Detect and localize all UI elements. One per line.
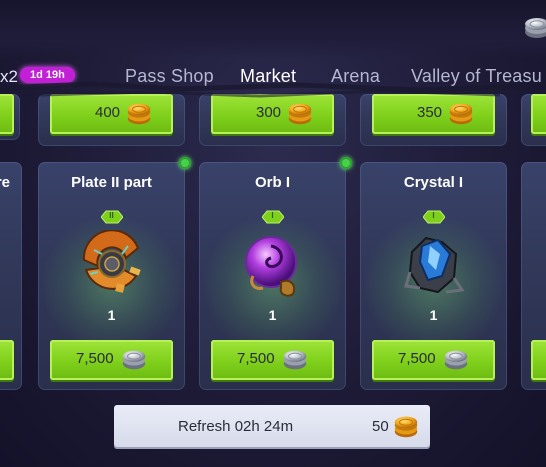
blue-crystal-icon — [404, 236, 465, 294]
gold-coin-icon — [288, 103, 312, 125]
item-card-partial[interactable]: re — [0, 162, 22, 390]
item-quantity: 1 — [107, 307, 116, 323]
item-card-partial-right[interactable] — [521, 162, 546, 390]
top-card[interactable]: 400 — [38, 94, 185, 146]
refresh-button[interactable]: Refresh 02h 24m 50 — [114, 405, 430, 447]
new-item-dot — [340, 157, 352, 169]
price-button[interactable] — [531, 94, 546, 134]
tab-partial-label[interactable]: x2 — [0, 67, 18, 87]
top-bar — [0, 0, 546, 58]
price-button[interactable]: 7,500 — [211, 340, 334, 380]
price-button[interactable] — [0, 94, 14, 134]
price-button[interactable]: 400 — [50, 94, 173, 134]
item-title: re — [0, 174, 10, 191]
price-value: 400 — [95, 104, 121, 121]
item-card-orb-i[interactable]: Orb I I 1 7,500 — [199, 162, 346, 390]
price-button[interactable]: 7,500 — [372, 340, 495, 380]
tier-badge-icon — [261, 210, 284, 224]
event-timer-badge: 1d 19h — [20, 67, 75, 83]
tab-valley-of-treasures[interactable]: Valley of Treasu — [411, 66, 542, 87]
price-button[interactable]: 350 — [372, 94, 495, 134]
price-button[interactable]: 7,500 — [50, 340, 173, 380]
price-value: 300 — [256, 104, 282, 121]
tab-pass-shop[interactable]: Pass Shop — [125, 66, 214, 87]
top-card-partial-left[interactable] — [0, 94, 20, 140]
tab-market[interactable]: Market — [240, 66, 296, 87]
item-quantity: 1 — [268, 307, 277, 323]
item-card-plate-ii-part[interactable]: Plate II part II 1 7,500 — [38, 162, 185, 390]
refresh-cost: 50 — [372, 418, 389, 435]
item-quantity: 1 — [429, 307, 438, 323]
new-item-dot — [179, 157, 191, 169]
item-card-crystal-i[interactable]: Crystal I I 1 7,500 — [360, 162, 507, 390]
silver-coin-icon — [283, 350, 307, 370]
plate-part-icon — [82, 230, 141, 293]
tab-arena[interactable]: Arena — [331, 66, 380, 87]
item-title: Crystal I — [403, 174, 464, 191]
refresh-label: Refresh 02h 24m — [178, 418, 294, 435]
price-value: 7,500 — [398, 350, 436, 367]
gold-coin-icon — [449, 103, 473, 125]
top-card-partial-right[interactable] — [521, 94, 546, 146]
price-button[interactable] — [0, 340, 14, 380]
item-title: Plate II part — [71, 174, 152, 191]
top-card[interactable]: 350 — [360, 94, 507, 146]
top-card[interactable]: 300 — [199, 94, 346, 146]
silver-coin-icon — [122, 350, 146, 370]
tab-bar: x2 1d 19h Pass Shop Market Arena Valley … — [0, 58, 546, 94]
purple-orb-icon — [245, 236, 297, 297]
price-button[interactable] — [531, 340, 546, 380]
price-value: 7,500 — [237, 350, 275, 367]
gold-coin-icon — [127, 103, 151, 125]
price-value: 7,500 — [76, 350, 114, 367]
silver-coin-icon — [444, 350, 468, 370]
price-value: 350 — [417, 104, 443, 121]
tier-badge-icon — [100, 210, 123, 224]
gold-coin-icon — [394, 416, 418, 438]
silver-coin-icon — [524, 17, 546, 39]
tier-badge-icon — [422, 210, 445, 224]
item-title: Orb I — [254, 174, 290, 191]
price-button[interactable]: 300 — [211, 94, 334, 134]
